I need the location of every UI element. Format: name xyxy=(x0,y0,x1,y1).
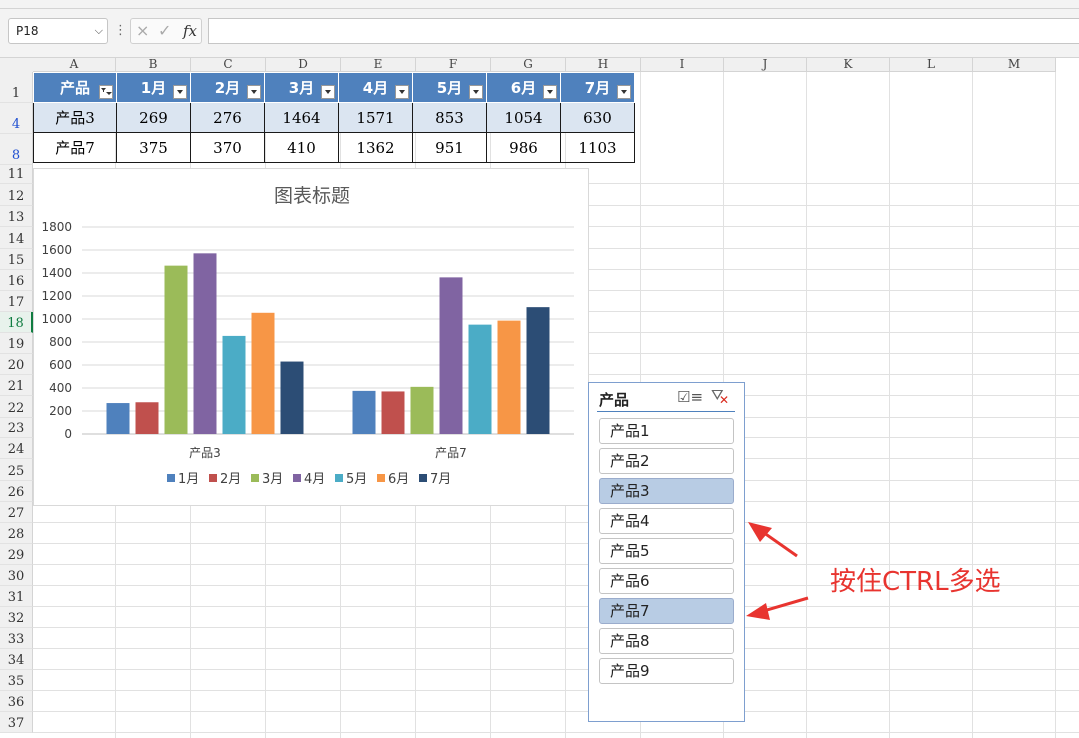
arrow-icon xyxy=(746,596,809,620)
annotation-arrows xyxy=(746,522,809,620)
arrowhead xyxy=(748,522,772,542)
annotation-text: 按住CTRL多选 xyxy=(830,567,1001,597)
arrowhead xyxy=(746,603,770,620)
arrow-icon xyxy=(748,522,798,558)
